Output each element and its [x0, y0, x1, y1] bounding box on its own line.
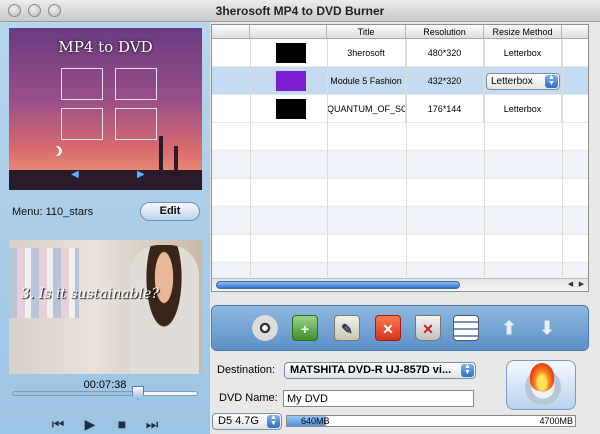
column-divider: [327, 39, 328, 277]
empty-row: [212, 207, 588, 235]
select-arrows-icon: ▲ ▼: [545, 74, 558, 88]
scroll-left-icon[interactable]: ◀: [565, 279, 576, 291]
horizontal-scrollbar[interactable]: ◀ ▶: [212, 278, 588, 291]
column-header[interactable]: [250, 25, 327, 39]
remove-icon[interactable]: ✕: [375, 315, 401, 341]
column-header-title[interactable]: Title: [327, 25, 406, 39]
preview-pane: MP4 to DVD ◀ ▶ Menu: 110_stars Edit 3. I…: [0, 22, 210, 434]
row-title: QUANTUM_OF_SO: [327, 95, 406, 123]
playback-slider-thumb[interactable]: [132, 386, 145, 400]
window-title: 3herosoft MP4 to DVD Burner: [215, 4, 385, 18]
select-arrows-icon: ▲ ▼: [267, 414, 280, 428]
playback-timecode: 00:07:38: [83, 379, 127, 391]
playback-slider[interactable]: [12, 386, 198, 400]
row-resize-method: Letterbox: [484, 39, 562, 67]
background-clothes: [9, 248, 79, 318]
menu-thumb-2: [115, 68, 157, 100]
row-resolution: 432*320: [406, 67, 484, 95]
disc-used-size: 640MB: [301, 416, 330, 426]
row-resize-cell: Letterbox ▲ ▼: [484, 67, 564, 95]
empty-row: [212, 123, 588, 151]
menu-preview-title: MP4 to DVD: [58, 38, 153, 56]
resize-method-select[interactable]: Letterbox ▲ ▼: [486, 73, 560, 90]
row-resolution: 480*320: [406, 39, 484, 67]
file-list-table: Title Resolution Resize Method 3herosoft…: [211, 24, 589, 292]
title-bar: 3herosoft MP4 to DVD Burner: [0, 0, 600, 22]
column-header[interactable]: [212, 25, 250, 39]
person-figure: [129, 245, 199, 374]
column-header-resize-method[interactable]: Resize Method: [484, 25, 562, 39]
row-title: 3herosoft: [327, 39, 406, 67]
row-resolution: 176*144: [406, 95, 484, 123]
empty-row: [212, 263, 588, 279]
select-arrows-icon: ▲ ▼: [461, 363, 474, 377]
prev-menu-arrow-icon[interactable]: ◀: [71, 169, 79, 180]
dvd-name-input[interactable]: [283, 390, 474, 407]
flame-icon: [530, 363, 554, 391]
disc-type-select[interactable]: D5 4.7G ▲ ▼: [212, 413, 282, 430]
video-caption: 3. Is it sustainable?: [21, 286, 159, 302]
column-divider: [250, 39, 251, 277]
menu-thumb-4: [115, 108, 157, 140]
edit-menu-button[interactable]: Edit: [140, 202, 200, 221]
skip-forward-icon[interactable]: ⏭: [142, 414, 162, 434]
skip-back-icon[interactable]: ⏮: [48, 414, 68, 434]
dvd-name-label: DVD Name:: [219, 392, 278, 404]
destination-value: MATSHITA DVD-R UJ-857D vi...: [290, 364, 452, 376]
moon-icon: [49, 146, 59, 156]
menu-thumb-1: [61, 68, 103, 100]
next-menu-arrow-icon[interactable]: ▶: [137, 169, 145, 180]
move-down-icon[interactable]: ⬇: [534, 315, 560, 341]
properties-list-icon[interactable]: [453, 315, 479, 341]
add-file-icon[interactable]: +: [292, 315, 318, 341]
destination-label: Destination:: [217, 364, 276, 376]
empty-row: [212, 151, 588, 179]
trash-icon[interactable]: ✕: [415, 315, 441, 341]
ground-decoration: [9, 170, 202, 190]
column-divider: [562, 39, 563, 277]
burn-button[interactable]: [506, 360, 576, 410]
row-title: Module 5 Fashion: [327, 67, 406, 95]
column-divider: [406, 39, 407, 277]
row-resize-method: Letterbox: [484, 95, 562, 123]
table-row[interactable]: QUANTUM_OF_SO 176*144 Letterbox: [212, 95, 588, 123]
play-icon[interactable]: ▶: [80, 414, 100, 434]
video-thumbnail: [276, 71, 306, 91]
move-up-icon[interactable]: ⬆: [496, 315, 522, 341]
table-header: Title Resolution Resize Method: [212, 25, 588, 39]
menu-label: Menu: 110_stars: [12, 206, 94, 218]
toolbar: + ✎ ✕ ✕ ⬆ ⬇: [211, 305, 589, 351]
table-row[interactable]: 3herosoft 480*320 Letterbox: [212, 39, 588, 67]
menu-thumb-3: [61, 108, 103, 140]
column-header-resolution[interactable]: Resolution: [406, 25, 484, 39]
disc-type-value: D5 4.7G: [218, 415, 259, 427]
stop-icon[interactable]: ■: [112, 414, 132, 434]
film-reel-icon[interactable]: [252, 315, 278, 341]
resize-method-value: Letterbox: [491, 76, 533, 87]
video-thumbnail: [276, 43, 306, 63]
empty-row: [212, 179, 588, 207]
table-row[interactable]: Module 5 Fashion 432*320 Letterbox ▲ ▼: [212, 67, 588, 95]
edit-video-icon[interactable]: ✎: [334, 315, 360, 341]
playback-progress: [13, 392, 139, 395]
video-thumbnail: [276, 99, 306, 119]
disc-capacity-bar: 640MB 4700MB: [286, 415, 576, 427]
disc-total-capacity: 4700MB: [539, 416, 573, 426]
column-divider: [484, 39, 485, 277]
scroll-right-icon[interactable]: ▶: [576, 279, 587, 291]
destination-select[interactable]: MATSHITA DVD-R UJ-857D vi... ▲ ▼: [284, 362, 476, 379]
video-preview: 3. Is it sustainable?: [9, 240, 202, 374]
scrollbar-thumb[interactable]: [216, 281, 460, 289]
empty-row: [212, 235, 588, 263]
menu-preview: MP4 to DVD ◀ ▶: [9, 28, 202, 190]
